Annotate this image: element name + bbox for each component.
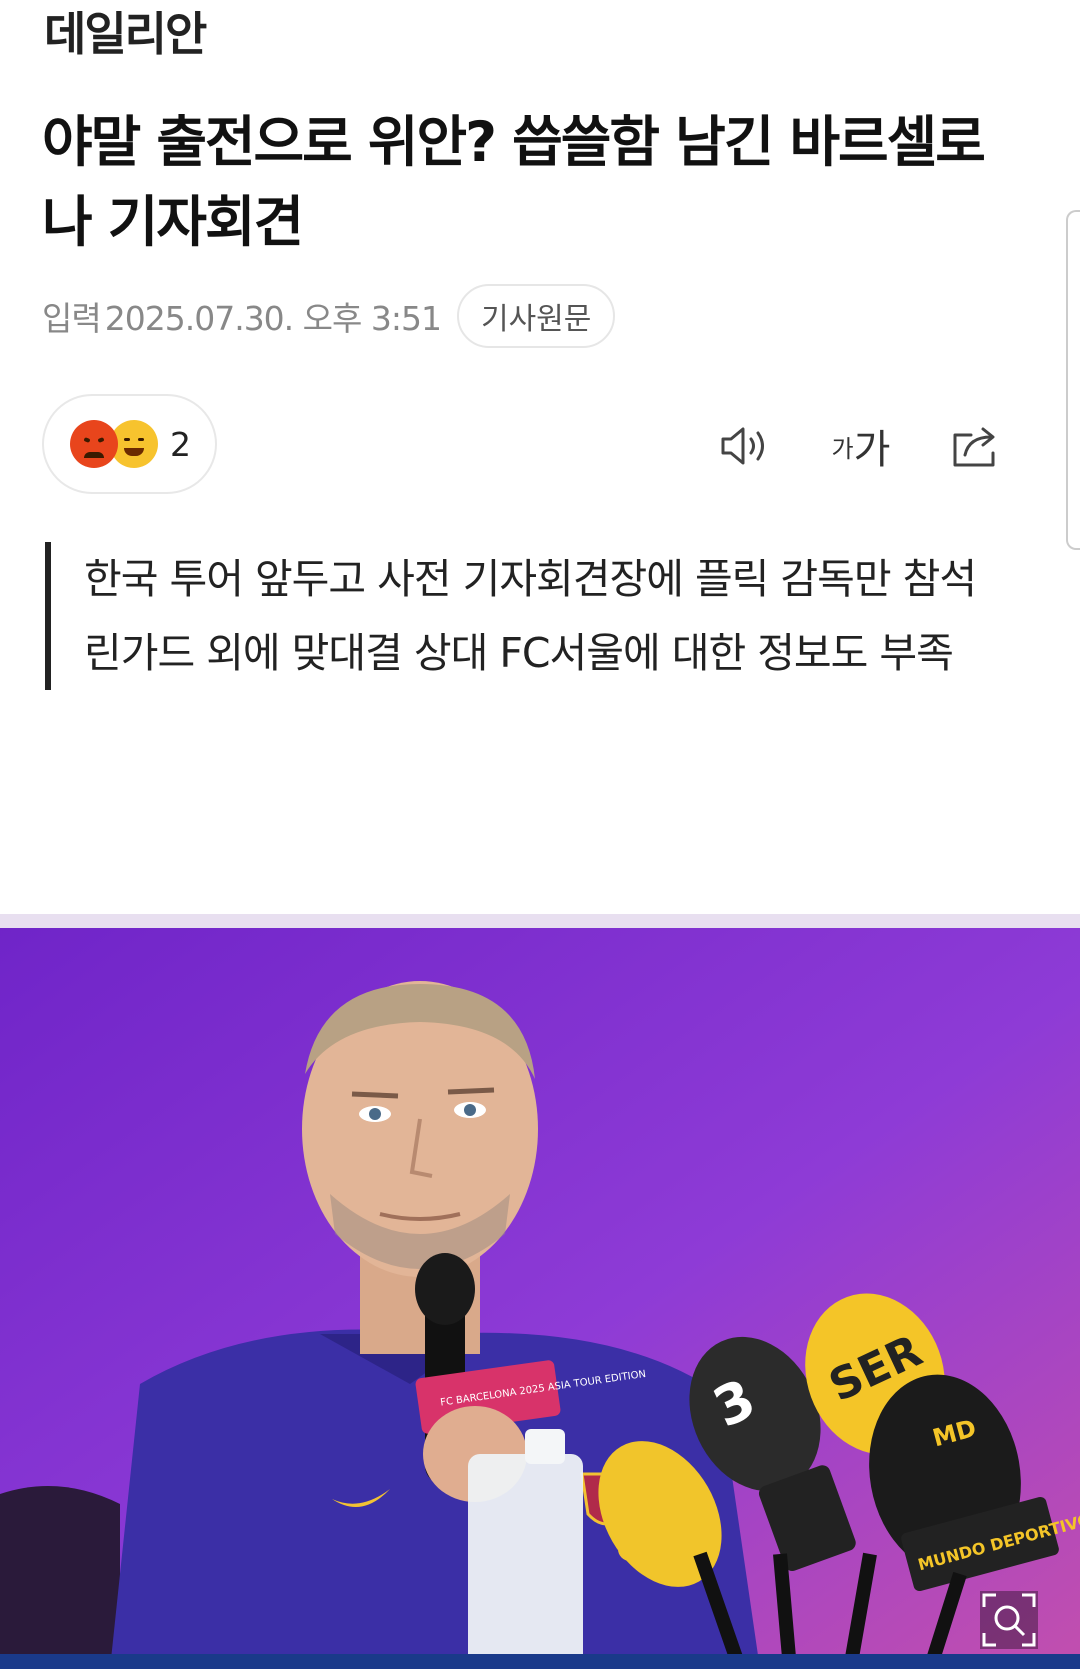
angry-emoji-icon [70, 420, 118, 468]
zoom-icon [980, 1591, 1038, 1649]
article-meta: 입력 2025.07.30. 오후 3:51 기사원문 [42, 284, 616, 348]
article-toolbar: 가가 [712, 418, 1010, 474]
font-size-button[interactable]: 가가 [828, 418, 894, 474]
publisher-name: 데일리안 [44, 7, 207, 61]
article-summary: 한국 투어 앞두고 사전 기자회견장에 플릭 감독만 참석 린가드 외에 맞대결… [45, 542, 1005, 690]
share-button[interactable] [944, 418, 1010, 474]
scroll-handle[interactable] [1066, 210, 1080, 550]
reaction-count: 2 [170, 424, 191, 464]
article-photo[interactable]: FC BARCELONA 2025 ASIA TOUR EDITION 3 SE… [0, 914, 1080, 1669]
share-icon [953, 427, 995, 467]
meta-date: 2025.07.30. 오후 3:51 [104, 299, 442, 338]
speaker-icon [721, 427, 764, 465]
press-conference-image: FC BARCELONA 2025 ASIA TOUR EDITION 3 SE… [0, 914, 1080, 1669]
photo-zoom-button[interactable] [980, 1591, 1038, 1649]
meta-label: 입력 [42, 299, 102, 338]
article-headline: 야말 출전으로 위안? 씁쓸함 남긴 바르셀로나 기자회견 [42, 110, 986, 254]
summary-line: 린가드 외에 맞대결 상대 FC서울에 대한 정보도 부족 [84, 629, 954, 677]
summary-line: 한국 투어 앞두고 사전 기자회견장에 플릭 감독만 참석 [84, 555, 977, 603]
font-small-glyph: 가 [831, 434, 854, 463]
original-article-button[interactable]: 기사원문 [456, 284, 616, 348]
tts-speaker-button[interactable] [712, 418, 778, 474]
font-large-glyph: 가 [853, 427, 891, 473]
reaction-button[interactable]: 2 [42, 394, 217, 494]
